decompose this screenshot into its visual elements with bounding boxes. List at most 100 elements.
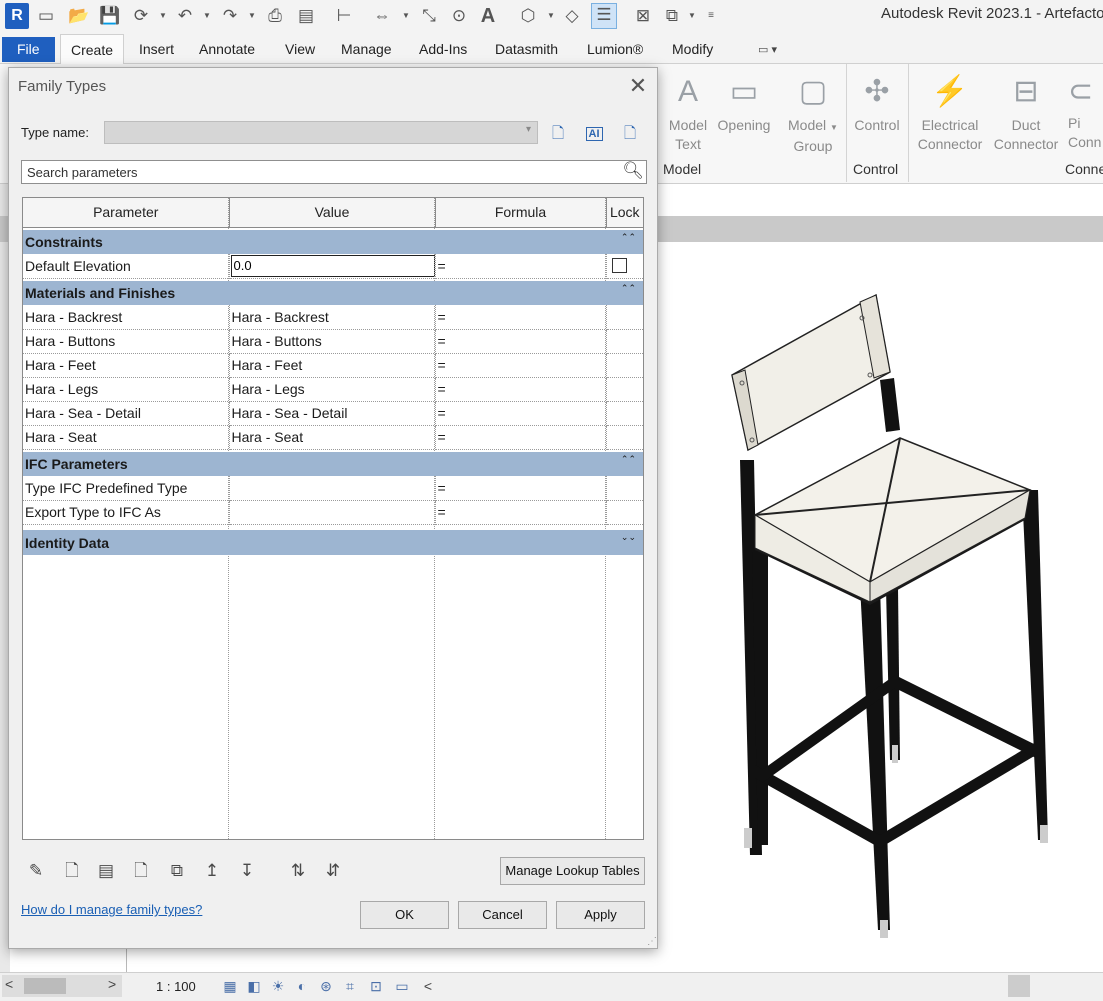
type-name-dropdown[interactable]: ▾ [104,121,538,144]
collapse-icon[interactable]: ⌃⌃ [621,454,636,465]
close-windows-icon[interactable]: ⊠ [632,5,654,27]
param-formula[interactable]: = [435,329,607,354]
column-header-value[interactable]: Value [229,198,436,228]
param-value[interactable] [229,500,436,525]
move-down-button[interactable]: ↧ [234,859,260,883]
param-formula[interactable]: = [435,353,607,378]
rename-type-button[interactable]: AI [582,122,606,146]
group-constraints[interactable]: Constraints ⌃⌃ [23,230,643,254]
tab-datasmith[interactable]: Datasmith [485,34,568,64]
switch-windows-dropdown-icon[interactable]: ▼ [687,8,697,24]
view-scale[interactable]: 1 : 100 [156,979,196,994]
help-link[interactable]: How do I manage family types? [21,902,202,917]
param-value[interactable] [229,476,436,501]
model-group-button[interactable]: ▢ Model ▼ Group [785,70,841,156]
param-value[interactable]: Hara - Buttons [229,329,436,354]
column-header-formula[interactable]: Formula [435,198,607,228]
param-value[interactable]: Hara - Feet [229,353,436,378]
param-formula[interactable]: = [435,305,607,330]
param-value[interactable]: Hara - Legs [229,377,436,402]
scroll-right-icon[interactable]: > [108,976,116,992]
bar-stool-model[interactable] [700,280,1060,940]
redo-icon[interactable]: ↷ [219,5,241,27]
resize-grip-icon[interactable]: ⋰ [647,936,657,947]
scrollbar-thumb-right[interactable] [1008,975,1030,997]
param-formula[interactable]: = [435,377,607,402]
render-icon[interactable]: ⊛ [316,977,336,995]
tab-view[interactable]: View [275,34,325,64]
param-formula[interactable]: = [435,476,607,501]
param-name[interactable]: Hara - Buttons [23,329,230,354]
collapse-icon[interactable]: ⌃⌃ [621,283,636,294]
text-icon[interactable]: A [477,5,499,27]
sort-descending-button[interactable]: ⇵ [320,859,346,883]
move-up-button[interactable]: ↥ [199,859,225,883]
align-dropdown-icon[interactable]: ▼ [401,8,411,24]
default-elevation-input[interactable] [230,254,434,277]
close-button[interactable]: ✕ [623,72,653,100]
param-name[interactable]: Default Elevation [23,254,230,279]
undo-dropdown-icon[interactable]: ▼ [202,8,212,24]
revit-logo[interactable]: R [5,3,29,29]
home-icon[interactable]: ▭ [35,5,57,27]
3d-view-icon[interactable]: ⬡ [517,5,539,27]
new-type-button[interactable]: 🗋 [546,122,570,146]
sheet-icon[interactable]: ▤ [295,5,317,27]
param-formula[interactable]: = [435,500,607,525]
param-value[interactable]: Hara - Backrest [229,305,436,330]
sync-icon[interactable]: ⟳ [130,5,152,27]
param-name[interactable]: Type IFC Predefined Type [23,476,230,501]
switch-windows-icon[interactable]: ⧉ [661,5,683,27]
tab-insert[interactable]: Insert [129,34,184,64]
align-icon[interactable]: ⇔ [371,5,393,27]
ribbon-minimize-icon[interactable]: ▭ ▾ [758,42,792,58]
tab-create[interactable]: Create [60,34,125,64]
param-name[interactable]: Hara - Seat [23,425,230,450]
detail-level-icon[interactable]: ▦ [220,977,240,995]
thin-lines-icon[interactable]: ☰ [591,3,617,29]
section-icon[interactable]: ◇ [561,5,583,27]
pipe-connector-button[interactable]: ⊂ Pi Conn [1068,70,1103,152]
collapse-toolbar-icon[interactable]: < [418,977,438,995]
control-button[interactable]: ✣ Control [850,70,904,135]
param-name[interactable]: Hara - Legs [23,377,230,402]
visual-style-icon[interactable]: ◧ [244,977,264,995]
new-parameter-button[interactable]: 🗋 [59,859,85,883]
duct-connector-button[interactable]: ⊟ Duct Connector [990,70,1062,154]
crop-view-icon[interactable]: ⌗ [340,977,360,995]
sun-path-icon[interactable]: ☀ [268,977,288,995]
redo-dropdown-icon[interactable]: ▼ [247,8,257,24]
scroll-left-icon[interactable]: < [5,976,13,992]
tag-icon[interactable]: ⊙ [448,5,470,27]
tab-file[interactable]: File [2,37,55,62]
customize-qat-icon[interactable]: ≡ [706,8,716,24]
show-crop-icon[interactable]: ⊡ [366,977,386,995]
param-formula[interactable]: = [435,425,607,450]
collapse-icon[interactable]: ⌃⌃ [621,232,636,243]
param-name[interactable]: Hara - Feet [23,353,230,378]
3d-view-dropdown-icon[interactable]: ▼ [546,8,556,24]
param-formula[interactable]: = [435,254,607,279]
open-icon[interactable]: 📂 [68,5,90,27]
search-input[interactable] [25,162,615,182]
manage-lookup-tables-button[interactable]: Manage Lookup Tables [500,857,645,885]
undo-icon[interactable]: ↶ [174,5,196,27]
apply-button[interactable]: Apply [556,901,645,929]
param-formula[interactable]: = [435,401,607,426]
column-header-lock[interactable]: Lock [606,198,643,228]
param-value[interactable]: Hara - Seat [229,425,436,450]
delete-type-button[interactable]: 🗋 [618,122,642,146]
group-identity-data[interactable]: Identity Data ⌄⌄ [23,530,643,555]
group-ifc-parameters[interactable]: IFC Parameters ⌃⌃ [23,452,643,476]
group-materials-and-finishes[interactable]: Materials and Finishes ⌃⌃ [23,281,643,305]
tab-modify[interactable]: Modify [662,34,723,64]
opening-button[interactable]: ▭ Opening [712,70,776,135]
param-name[interactable]: Hara - Sea - Detail [23,401,230,426]
tab-add-ins[interactable]: Add-Ins [409,34,477,64]
tab-lumion[interactable]: Lumion® [577,34,653,64]
param-value-cell[interactable] [229,254,436,279]
param-name[interactable]: Export Type to IFC As [23,500,230,525]
print-icon[interactable]: ⎙ [264,5,286,27]
ok-button[interactable]: OK [360,901,449,929]
edit-parameter-button[interactable]: ✎ [23,859,49,883]
